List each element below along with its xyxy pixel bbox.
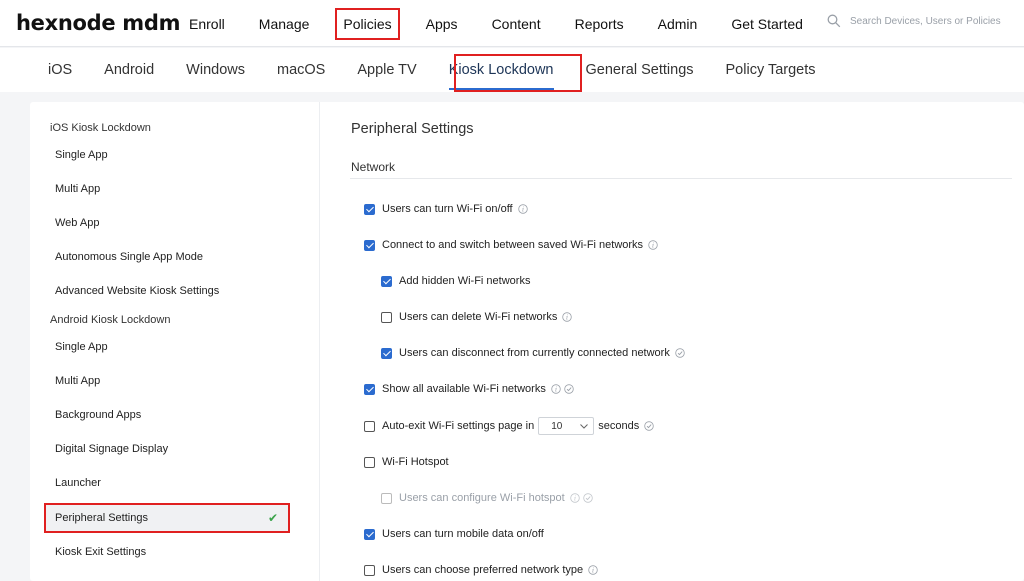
supported-check-icon (582, 493, 593, 503)
option-wifi-hotspot: Wi-Fi Hotspot (364, 456, 449, 468)
sidebar-item-peripheral-settings[interactable]: Peripheral Settings ✔ (44, 503, 290, 533)
svg-text:i: i (592, 567, 594, 575)
option-label: Users can configure Wi-Fi hotspot (399, 492, 565, 504)
checkbox[interactable] (364, 203, 375, 215)
tab-macos[interactable]: macOS (277, 56, 325, 84)
section-divider (350, 178, 1012, 179)
tab-general-settings[interactable]: General Settings (586, 56, 694, 84)
svg-text:i: i (566, 314, 568, 322)
sidebar-item-digital-signage[interactable]: Digital Signage Display (46, 436, 286, 462)
page-title: Peripheral Settings (351, 121, 474, 137)
sidebar-item-background-apps[interactable]: Background Apps (46, 402, 286, 428)
option-saved-networks: Connect to and switch between saved Wi-F… (364, 239, 658, 251)
sidebar-item-label: Peripheral Settings (55, 512, 148, 524)
svg-text:i: i (652, 242, 654, 250)
option-show-available-networks: Show all available Wi-Fi networks i (364, 383, 574, 395)
nav-get-started[interactable]: Get Started (725, 10, 809, 38)
checkbox[interactable] (381, 347, 392, 359)
sidebar-item-android-single-app[interactable]: Single App (46, 334, 286, 360)
option-label: Users can turn Wi-Fi on/off (382, 203, 513, 215)
sidebar-item-ios-multi-app[interactable]: Multi App (46, 176, 286, 202)
option-label: Users can delete Wi-Fi networks (399, 311, 558, 323)
info-icon[interactable]: i (551, 384, 561, 394)
tab-android[interactable]: Android (104, 56, 154, 84)
info-icon[interactable]: i (588, 565, 598, 575)
sidebar-item-ios-web-app[interactable]: Web App (46, 210, 286, 236)
policy-content-panel: iOS Kiosk Lockdown Single App Multi App … (30, 102, 1024, 581)
top-navigation-bar: hexnode mdm Enroll Manage Policies Apps … (0, 0, 1024, 47)
checkbox[interactable] (364, 528, 375, 540)
checkbox[interactable] (364, 456, 375, 468)
kiosk-tab-highlight-box (454, 54, 582, 92)
tab-ios[interactable]: iOS (48, 56, 72, 84)
chevron-down-icon (580, 423, 589, 429)
check-icon: ✔ (267, 511, 278, 525)
sidebar-item-ios-single-app[interactable]: Single App (46, 142, 286, 168)
option-mobile-data: Users can turn mobile data on/off (364, 528, 544, 540)
nav-manage[interactable]: Manage (253, 10, 316, 38)
tab-apple-tv[interactable]: Apple TV (357, 56, 416, 84)
info-icon[interactable]: i (648, 240, 658, 250)
global-search[interactable]: Search Devices, Users or Policies (827, 14, 1001, 28)
checkbox[interactable] (381, 311, 392, 323)
option-label: Auto-exit Wi-Fi settings page in (382, 420, 535, 432)
sidebar-header-android: Android Kiosk Lockdown (50, 314, 171, 326)
auto-exit-seconds-select[interactable]: 10 (538, 417, 595, 435)
option-wifi-toggle: Users can turn Wi-Fi on/off i (364, 203, 528, 215)
main-menu: Enroll Manage Policies Apps Content Repo… (172, 0, 820, 47)
checkbox[interactable] (381, 275, 392, 287)
option-disconnect-network: Users can disconnect from currently conn… (381, 347, 685, 359)
sidebar-item-advanced-website-kiosk[interactable]: Advanced Website Kiosk Settings (46, 278, 286, 304)
option-label: Connect to and switch between saved Wi-F… (382, 239, 644, 251)
hexnode-logo[interactable]: hexnode mdm (16, 11, 181, 35)
supported-check-icon (564, 384, 574, 394)
svg-text:i: i (555, 386, 557, 394)
info-icon[interactable]: i (562, 312, 573, 322)
supported-check-icon (644, 421, 654, 431)
nav-apps[interactable]: Apps (420, 10, 464, 38)
option-label: Show all available Wi-Fi networks (382, 383, 546, 395)
option-label: Users can choose preferred network type (382, 564, 584, 576)
tab-policy-targets[interactable]: Policy Targets (726, 56, 816, 84)
policy-platform-tabs: iOS Android Windows macOS Apple TV Kiosk… (0, 48, 1024, 92)
option-preferred-network-type: Users can choose preferred network type … (364, 564, 598, 576)
option-label: Users can disconnect from currently conn… (399, 347, 670, 359)
option-configure-hotspot: Users can configure Wi-Fi hotspot i (381, 492, 593, 504)
sidebar-item-kiosk-exit-settings[interactable]: Kiosk Exit Settings (46, 539, 286, 565)
sidebar-header-ios: iOS Kiosk Lockdown (50, 122, 151, 134)
option-auto-exit-wifi: Auto-exit Wi-Fi settings page in 10 seco… (364, 417, 654, 435)
svg-text:i: i (522, 206, 524, 214)
peripheral-settings-form: Peripheral Settings Network Users can tu… (350, 102, 1024, 581)
kiosk-sidebar: iOS Kiosk Lockdown Single App Multi App … (30, 102, 320, 581)
nav-enroll[interactable]: Enroll (183, 10, 231, 38)
nav-admin[interactable]: Admin (652, 10, 704, 38)
option-suffix: seconds (598, 420, 640, 432)
info-icon[interactable]: i (517, 204, 528, 214)
sidebar-item-launcher[interactable]: Launcher (46, 470, 286, 496)
option-label: Users can turn mobile data on/off (382, 528, 544, 540)
search-icon (827, 14, 841, 28)
checkbox[interactable] (364, 564, 375, 576)
checkbox[interactable] (364, 420, 375, 432)
tab-windows[interactable]: Windows (186, 56, 245, 84)
sidebar-item-autonomous-single-app[interactable]: Autonomous Single App Mode (46, 244, 286, 270)
nav-content[interactable]: Content (486, 10, 547, 38)
supported-check-icon (675, 348, 685, 358)
option-hidden-networks: Add hidden Wi-Fi networks (381, 275, 530, 287)
nav-policies[interactable]: Policies (335, 7, 400, 40)
nav-reports[interactable]: Reports (569, 10, 630, 38)
section-title-network: Network (351, 160, 396, 174)
search-input[interactable]: Search Devices, Users or Policies (850, 16, 1001, 27)
svg-text:i: i (574, 495, 576, 503)
option-label: Add hidden Wi-Fi networks (399, 275, 531, 287)
option-label: Wi-Fi Hotspot (382, 456, 449, 468)
option-delete-networks: Users can delete Wi-Fi networks i (381, 311, 573, 323)
checkbox[interactable] (364, 383, 375, 395)
sidebar-item-android-multi-app[interactable]: Multi App (46, 368, 286, 394)
info-icon[interactable]: i (569, 493, 580, 503)
checkbox[interactable] (364, 239, 375, 251)
checkbox[interactable] (381, 492, 392, 504)
select-value: 10 (551, 420, 563, 432)
